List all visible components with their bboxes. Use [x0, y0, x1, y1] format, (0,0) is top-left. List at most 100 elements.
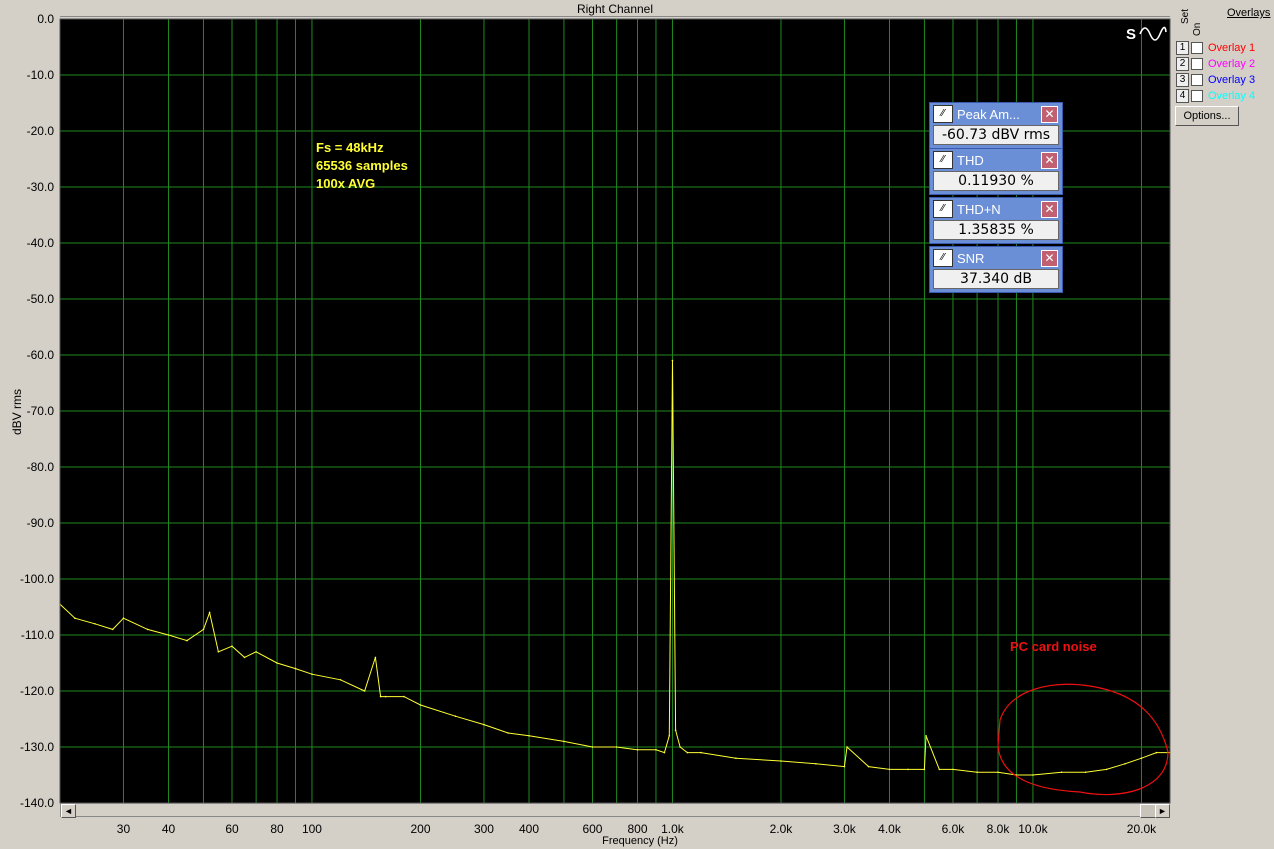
overlay-checkbox[interactable] — [1191, 42, 1203, 54]
overlay-checkbox[interactable] — [1191, 90, 1203, 102]
data-point — [1105, 768, 1108, 771]
overlay-set-button[interactable]: 4 — [1176, 89, 1189, 103]
meter-name: THD — [957, 152, 984, 168]
data-point — [655, 749, 657, 751]
x-tick-label: 200 — [410, 822, 430, 836]
meter-snr[interactable]: ⁄⁄ SNR ✕ 37.340 dB — [929, 246, 1063, 293]
meter-name: Peak Am... — [957, 106, 1020, 122]
data-point — [888, 768, 891, 771]
data-point — [843, 765, 846, 768]
on-header: On — [1192, 22, 1203, 36]
overlay-set-button[interactable]: 1 — [1176, 41, 1189, 55]
close-icon[interactable]: ✕ — [1041, 200, 1058, 218]
x-tick-label: 30 — [117, 822, 131, 836]
meter-thd-n[interactable]: ⁄⁄ THD+N ✕ 1.35835 % — [929, 197, 1063, 244]
data-point — [384, 695, 387, 698]
y-tick-label: -110.0 — [21, 628, 54, 642]
data-point — [686, 751, 689, 754]
overlay-checkbox[interactable] — [1191, 74, 1203, 86]
y-tick-label: -70.0 — [27, 404, 55, 418]
scroll-right-button[interactable]: ► — [1155, 804, 1170, 818]
overlays-header[interactable]: Overlays — [1227, 7, 1270, 19]
data-point — [1084, 771, 1087, 773]
x-tick-label: 4.0k — [878, 822, 902, 836]
meter-icon: ⁄⁄ — [933, 151, 953, 169]
x-tick-label: 40 — [162, 822, 176, 836]
y-tick-label: -10.0 — [27, 68, 55, 82]
data-point — [146, 628, 149, 631]
data-point — [122, 617, 125, 619]
data-point — [997, 771, 999, 773]
data-point — [615, 746, 618, 748]
data-point — [907, 768, 909, 771]
x-tick-label: 600 — [582, 822, 602, 836]
measurement-note: Fs = 48kHz 65536 samples 100x AVG — [316, 139, 408, 193]
data-point — [674, 729, 677, 731]
y-tick-label: -20.0 — [27, 124, 55, 138]
data-point — [700, 751, 702, 754]
data-point — [663, 751, 666, 754]
sample-count-text: 65536 samples — [316, 158, 408, 173]
data-point — [94, 623, 96, 625]
sample-rate-text: Fs = 48kHz — [316, 140, 384, 155]
scroll-left-button[interactable]: ◄ — [61, 804, 76, 818]
data-point — [780, 760, 782, 762]
x-tick-label: 800 — [628, 822, 648, 836]
close-icon[interactable]: ✕ — [1041, 105, 1058, 123]
x-tick-label: 400 — [519, 822, 539, 836]
data-point — [339, 679, 342, 681]
averaging-text: 100x AVG — [316, 176, 376, 191]
overlay-label: Overlay 2 — [1208, 58, 1256, 70]
x-tick-label: 20.0k — [1127, 822, 1157, 836]
data-point — [952, 768, 954, 771]
overlay-set-button[interactable]: 3 — [1176, 73, 1189, 87]
set-header: Set — [1180, 8, 1191, 24]
x-tick-label: 10.0k — [1018, 822, 1048, 836]
data-point — [938, 768, 941, 771]
horizontal-scrollbar[interactable]: ◄ ► — [60, 803, 1170, 818]
data-point — [208, 611, 211, 614]
data-point — [735, 757, 737, 759]
data-point — [1140, 757, 1143, 759]
data-point — [867, 765, 870, 768]
y-axis-label: dBV rms — [10, 389, 24, 436]
overlay-row: 2 Overlay 2 — [1176, 57, 1255, 71]
data-point — [379, 695, 382, 698]
data-point — [1032, 774, 1034, 776]
data-point — [1155, 751, 1158, 754]
y-tick-label: -120.0 — [20, 684, 54, 698]
y-tick-label: -50.0 — [27, 292, 55, 306]
x-tick-label: 2.0k — [770, 822, 794, 836]
x-axis-label: Frequency (Hz) — [602, 835, 678, 847]
svg-text:S: S — [1126, 26, 1136, 43]
meter-value: 1.35835 % — [933, 220, 1059, 240]
x-tick-label: 300 — [474, 822, 494, 836]
x-tick-label: 80 — [270, 822, 284, 836]
y-tick-label: -30.0 — [27, 180, 55, 194]
data-point — [528, 735, 530, 737]
overlay-set-button[interactable]: 2 — [1176, 57, 1189, 71]
x-tick-label: 100 — [302, 822, 322, 836]
y-tick-label: -100.0 — [20, 572, 54, 586]
data-point — [186, 639, 188, 642]
overlay-row: 3 Overlay 3 — [1176, 73, 1255, 87]
y-tick-label: -40.0 — [27, 236, 55, 250]
close-icon[interactable]: ✕ — [1041, 151, 1058, 169]
data-point — [1060, 771, 1063, 773]
y-tick-label: -140.0 — [20, 796, 54, 810]
data-point — [591, 746, 594, 748]
overlay-label: Overlay 3 — [1208, 74, 1256, 86]
meter-thd[interactable]: ⁄⁄ THD ✕ 0.11930 % — [929, 148, 1063, 195]
meter-value: 37.340 dB — [933, 269, 1059, 289]
x-tick-label: 60 — [225, 822, 239, 836]
overlay-label: Overlay 1 — [1208, 42, 1256, 54]
close-icon[interactable]: ✕ — [1041, 249, 1058, 267]
data-point — [507, 732, 509, 734]
scroll-thumb[interactable] — [1140, 804, 1156, 818]
meter-peak-amplitude[interactable]: ⁄⁄ Peak Am... ✕ -60.73 dBV rms — [929, 102, 1063, 149]
overlay-checkbox[interactable] — [1191, 58, 1203, 70]
options-button[interactable]: Options... — [1175, 106, 1239, 126]
chart-title: Right Channel — [60, 2, 1170, 17]
data-point — [976, 771, 978, 773]
meter-value: -60.73 dBV rms — [933, 125, 1059, 145]
